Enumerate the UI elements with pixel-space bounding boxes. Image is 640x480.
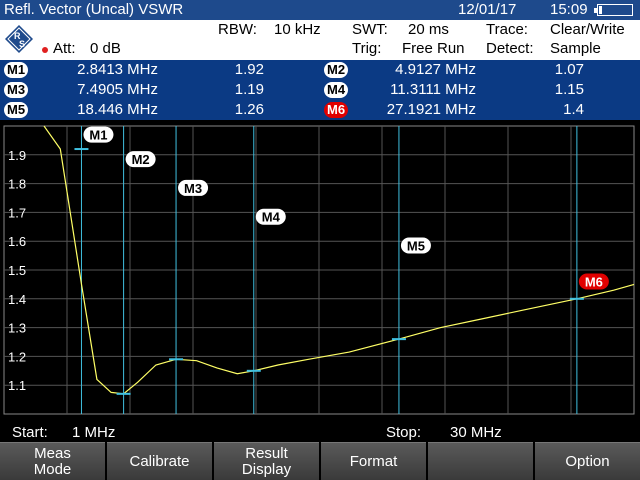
y-tick-label: 1.1 bbox=[8, 378, 26, 393]
marker-label: M4 bbox=[262, 210, 281, 225]
detect-label: Detect: bbox=[486, 40, 534, 57]
marker-label: M3 bbox=[184, 181, 202, 196]
y-tick-label: 1.7 bbox=[8, 205, 26, 220]
marker-frequency: 18.446 MHz bbox=[77, 101, 158, 118]
marker-badge[interactable]: M2 bbox=[324, 62, 349, 78]
trace-value: Clear/Write bbox=[550, 21, 625, 38]
marker-frequency: 2.8413 MHz bbox=[77, 61, 158, 78]
marker-value: 1.07 bbox=[554, 61, 584, 78]
marker-badge[interactable]: M5 bbox=[4, 102, 29, 118]
marker-badge[interactable]: M1 bbox=[4, 62, 29, 78]
marker-frequency: 27.1921 MHz bbox=[386, 101, 476, 118]
y-tick-label: 1.2 bbox=[8, 349, 26, 364]
y-tick-label: 1.4 bbox=[8, 292, 26, 307]
marker-value: 1.26 bbox=[234, 101, 264, 118]
start-label: Start: bbox=[12, 424, 48, 441]
y-tick-label: 1.8 bbox=[8, 177, 26, 192]
y-tick-label: 1.5 bbox=[8, 263, 26, 278]
meas-mode-button[interactable]: Meas Mode bbox=[0, 442, 105, 480]
battery-icon bbox=[594, 4, 633, 16]
marker-label: M2 bbox=[132, 152, 150, 167]
marker-value: 1.4 bbox=[563, 101, 584, 118]
frequency-span-bar: Start: 1 MHz Stop: 30 MHz bbox=[0, 422, 640, 442]
att-label: Att: bbox=[53, 40, 76, 57]
vswr-plot[interactable]: 1.9 1.8 1.7 1.6 1.5 1.4 1.3 1.2 1.1 M1 M2 M3 M4 M5 M6 bbox=[0, 120, 640, 422]
marker-value: 1.15 bbox=[554, 81, 584, 98]
trig-value: Free Run bbox=[402, 40, 465, 57]
option-button[interactable]: Option bbox=[535, 442, 640, 480]
att-value: 0 dB bbox=[90, 40, 121, 57]
blank-softkey[interactable] bbox=[428, 442, 533, 480]
time-display: 15:09 bbox=[550, 1, 588, 18]
marker-value: 1.19 bbox=[234, 81, 264, 98]
marker-label: M5 bbox=[407, 239, 425, 254]
rbw-value: 10 kHz bbox=[274, 21, 321, 38]
settings-panel: R S RBW: 10 kHz SWT: 20 ms Trace: Clear/… bbox=[0, 20, 640, 60]
svg-text:S: S bbox=[19, 39, 25, 49]
marker-label: M6 bbox=[585, 275, 603, 290]
marker-value: 1.92 bbox=[234, 61, 264, 78]
start-value: 1 MHz bbox=[72, 424, 116, 441]
stop-value: 30 MHz bbox=[450, 424, 502, 441]
y-tick-label: 1.3 bbox=[8, 321, 26, 336]
date-display: 12/01/17 bbox=[458, 1, 517, 18]
format-button[interactable]: Format bbox=[321, 442, 426, 480]
marker-frequency: 4.9127 MHz bbox=[395, 61, 476, 78]
title-bar: Refl. Vector (Uncal) VSWR 12/01/17 15:09 bbox=[0, 0, 640, 20]
vswr-chart: 1.9 1.8 1.7 1.6 1.5 1.4 1.3 1.2 1.1 M1 M2 M3 M4 M5 M6 bbox=[3, 125, 635, 415]
marker-badge[interactable]: M4 bbox=[324, 82, 349, 98]
detect-value: Sample bbox=[550, 40, 601, 57]
trace-label: Trace: bbox=[486, 21, 528, 38]
rbw-label: RBW: bbox=[218, 21, 257, 38]
marker-table: M1 2.8413 MHz 1.92 M2 4.9127 MHz 1.07 M3… bbox=[0, 60, 640, 120]
marker-frequency: 7.4905 MHz bbox=[77, 81, 158, 98]
measurement-title: Refl. Vector (Uncal) VSWR bbox=[4, 1, 184, 18]
calibrate-button[interactable]: Calibrate bbox=[107, 442, 212, 480]
rohde-schwarz-logo-icon: R S bbox=[5, 25, 33, 53]
softkey-bar: Meas Mode Calibrate Result Display Format … bbox=[0, 442, 640, 480]
result-display-button[interactable]: Result Display bbox=[214, 442, 319, 480]
marker-frequency: 11.3111 MHz bbox=[390, 81, 476, 98]
trig-label: Trig: bbox=[352, 40, 382, 57]
marker-badge-active[interactable]: M6 bbox=[324, 102, 349, 118]
swt-label: SWT: bbox=[352, 21, 388, 38]
y-tick-label: 1.6 bbox=[8, 234, 26, 249]
att-indicator-icon bbox=[42, 47, 48, 53]
marker-label: M1 bbox=[89, 128, 107, 143]
stop-label: Stop: bbox=[386, 424, 422, 441]
y-tick-label: 1.9 bbox=[8, 148, 26, 163]
marker-badge[interactable]: M3 bbox=[4, 82, 29, 98]
swt-value: 20 ms bbox=[408, 21, 449, 38]
